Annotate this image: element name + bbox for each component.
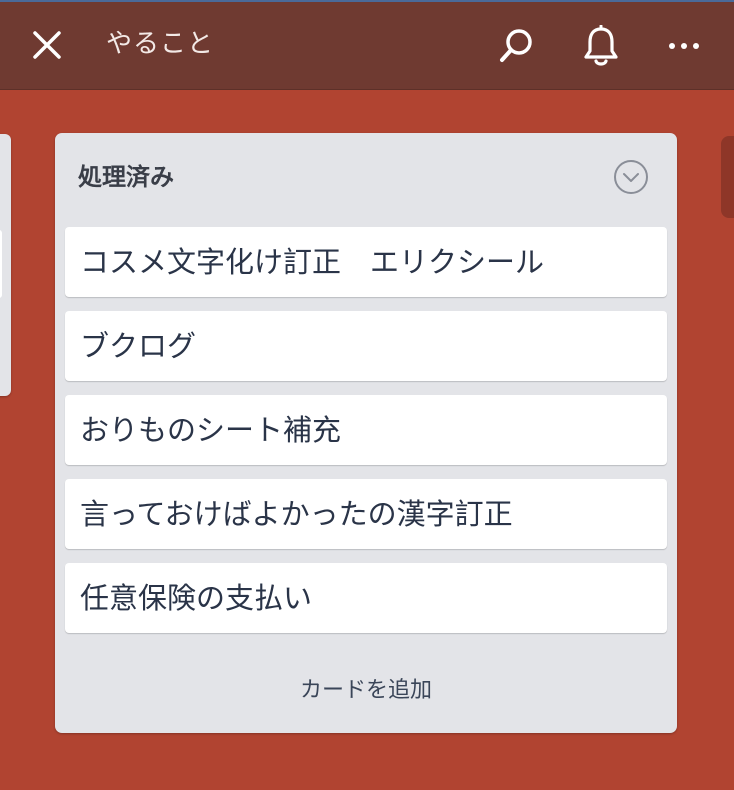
chevron-down-icon bbox=[614, 160, 648, 194]
list-menu-button[interactable] bbox=[613, 159, 649, 195]
close-button[interactable] bbox=[26, 24, 68, 66]
app-header: やること bbox=[0, 2, 734, 90]
card-title: コスメ文字化け訂正 エリクシール bbox=[80, 245, 545, 279]
list-column: 処理済み コスメ文字化け訂正 エリクシール ブクログ おりものシート補充 言って… bbox=[55, 133, 677, 733]
card-title: 言っておけばよかったの漢字訂正 bbox=[80, 497, 513, 531]
add-card-button[interactable]: カードを追加 bbox=[55, 668, 677, 708]
card[interactable]: コスメ文字化け訂正 エリクシール bbox=[65, 227, 667, 297]
close-icon bbox=[33, 31, 61, 59]
card[interactable]: ブクログ bbox=[65, 311, 667, 381]
bell-icon bbox=[584, 25, 618, 66]
card[interactable]: 言っておけばよかったの漢字訂正 bbox=[65, 479, 667, 549]
more-icon bbox=[669, 43, 699, 49]
card-list: コスメ文字化け訂正 エリクシール ブクログ おりものシート補充 言っておけばよか… bbox=[65, 227, 667, 647]
search-button[interactable] bbox=[492, 22, 540, 70]
list-title: 処理済み bbox=[78, 163, 174, 191]
adjacent-list-right[interactable] bbox=[721, 136, 734, 218]
card-title: ブクログ bbox=[80, 329, 197, 363]
adjacent-list-left[interactable] bbox=[0, 134, 11, 396]
card[interactable]: 任意保険の支払い bbox=[65, 563, 667, 633]
adjacent-card bbox=[0, 230, 2, 298]
search-icon bbox=[500, 29, 532, 62]
board-title: やること bbox=[106, 29, 215, 59]
notifications-button[interactable] bbox=[577, 22, 625, 70]
card[interactable]: おりものシート補充 bbox=[65, 395, 667, 465]
card-title: おりものシート補充 bbox=[80, 413, 342, 447]
more-options-button[interactable] bbox=[660, 22, 708, 70]
card-title: 任意保険の支払い bbox=[80, 581, 313, 615]
